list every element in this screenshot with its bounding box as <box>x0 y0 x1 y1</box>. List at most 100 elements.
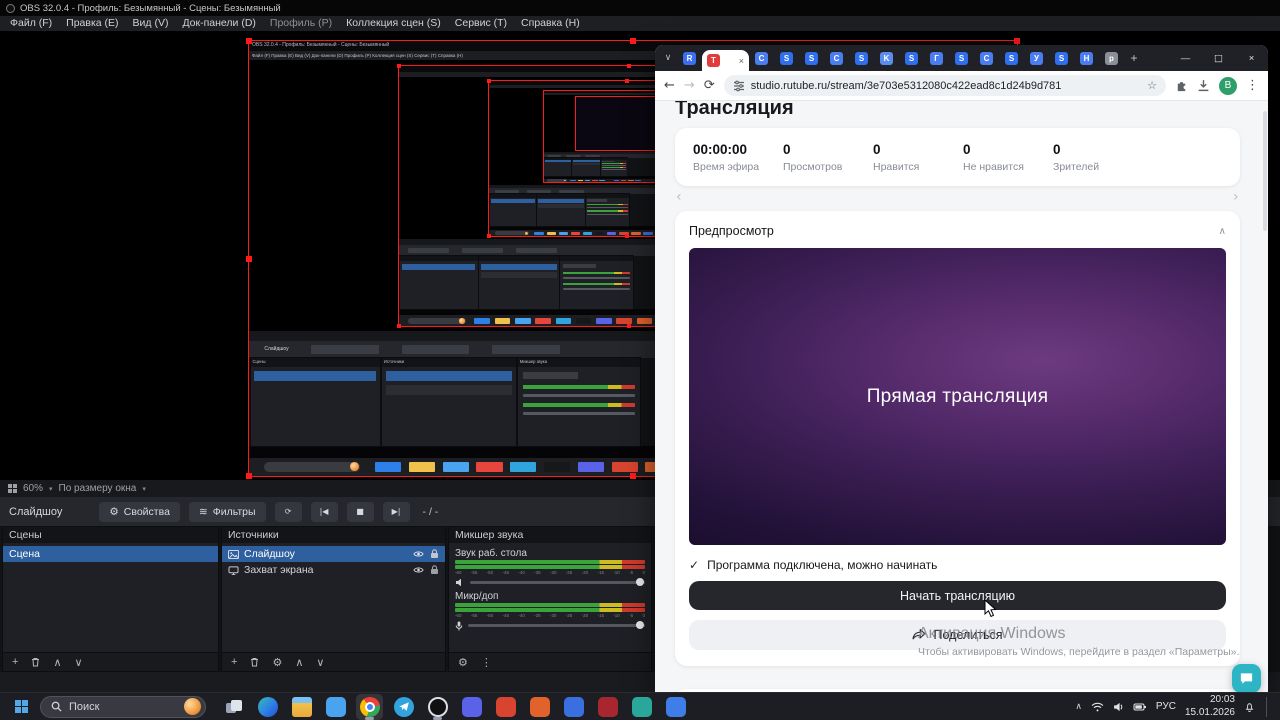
properties-button[interactable]: ⚙ Свойства <box>99 502 180 522</box>
transform-handle[interactable] <box>246 473 252 479</box>
obs-menu-item[interactable]: Вид (V) <box>126 16 176 31</box>
mixer-menu-button[interactable]: ⋮ <box>481 656 492 669</box>
taskbar-app-app-teal[interactable] <box>628 694 655 720</box>
lock-icon[interactable] <box>430 565 439 575</box>
zoom-value[interactable]: 60% <box>23 483 43 494</box>
taskbar-app-obs[interactable] <box>424 694 451 720</box>
browser-tab[interactable]: Г <box>924 45 949 71</box>
hidden-icons-chevron[interactable]: ∧ <box>1075 702 1082 712</box>
taskbar-app-telegram[interactable] <box>390 694 417 720</box>
start-stream-button[interactable]: Начать трансляцию <box>689 581 1226 610</box>
notifications-bell-icon[interactable] <box>1244 701 1255 712</box>
obs-menu-item[interactable]: Док-панели (D) <box>175 16 262 31</box>
profile-avatar[interactable]: B <box>1219 77 1237 95</box>
tab-search-icon[interactable]: ∨ <box>659 53 677 63</box>
taskbar-app-chrome[interactable] <box>356 694 383 720</box>
mixer-settings-button[interactable]: ⚙ <box>458 656 468 669</box>
transform-handle[interactable] <box>246 38 252 44</box>
next-slide-button[interactable]: ▶| <box>383 502 410 522</box>
trash-icon[interactable] <box>31 657 40 667</box>
clock[interactable]: 20:03 15.01.2026 <box>1185 694 1235 719</box>
browser-tab[interactable]: C <box>974 45 999 71</box>
speaker-icon[interactable] <box>455 578 465 587</box>
browser-tab[interactable]: S <box>849 45 874 71</box>
browser-tab[interactable]: p <box>1099 45 1124 71</box>
carousel-next-button[interactable]: › <box>1233 189 1239 205</box>
collapse-chevron-icon[interactable]: ∧ <box>1219 226 1226 237</box>
forward-button[interactable]: → <box>684 78 695 93</box>
taskbar-app-app-red[interactable] <box>492 694 519 720</box>
refresh-button[interactable]: ⟳ <box>275 502 302 522</box>
eye-icon[interactable] <box>413 566 424 574</box>
taskbar-app-store[interactable] <box>322 694 349 720</box>
source-list-item[interactable]: Слайдшоу <box>222 546 445 562</box>
obs-menu-item[interactable]: Справка (H) <box>514 16 587 31</box>
browser-tab[interactable]: S <box>999 45 1024 71</box>
browser-tab[interactable]: C <box>749 45 774 71</box>
browser-tab[interactable]: R <box>677 45 702 71</box>
back-button[interactable]: ← <box>664 78 675 93</box>
address-bar[interactable]: studio.rutube.ru/stream/3e703e5312080c42… <box>724 75 1166 96</box>
taskbar-app-app-blue[interactable] <box>560 694 587 720</box>
browser-tab[interactable]: H <box>1074 45 1099 71</box>
move-up-button[interactable]: ∧ <box>295 656 303 669</box>
stop-button[interactable]: ■ <box>347 502 374 522</box>
source-properties-button[interactable]: ⚙ <box>272 656 282 669</box>
taskbar-app-app-maroon[interactable] <box>594 694 621 720</box>
taskbar-app-app-arrow[interactable] <box>662 694 689 720</box>
eye-icon[interactable] <box>413 550 424 558</box>
volume-slider[interactable] <box>470 581 645 584</box>
previous-slide-button[interactable]: |◀ <box>311 502 338 522</box>
obs-menu-item[interactable]: Коллекция сцен (S) <box>339 16 448 31</box>
add-source-button[interactable]: + <box>231 656 237 668</box>
transform-handle[interactable] <box>1014 38 1020 44</box>
taskbar-app-task-view[interactable] <box>220 694 247 720</box>
start-button[interactable] <box>8 695 34 719</box>
transform-handle[interactable] <box>630 473 636 479</box>
volume-icon[interactable] <box>1113 702 1124 712</box>
browser-tab[interactable]: S <box>799 45 824 71</box>
browser-tab[interactable]: S <box>774 45 799 71</box>
maximize-button[interactable]: □ <box>1202 45 1235 71</box>
minimize-button[interactable]: — <box>1169 45 1202 71</box>
browser-tab[interactable]: S <box>949 45 974 71</box>
microphone-icon[interactable] <box>455 621 463 631</box>
browser-tab[interactable]: K <box>874 45 899 71</box>
extensions-icon[interactable] <box>1175 79 1188 92</box>
obs-menu-item[interactable]: Профиль (P) <box>263 16 339 31</box>
obs-menu-item[interactable]: Файл (F) <box>3 16 59 31</box>
carousel-prev-button[interactable]: ‹ <box>676 189 682 205</box>
scene-list-item[interactable]: Сцена <box>3 546 218 562</box>
filters-button[interactable]: ≋ Фильтры <box>189 502 266 522</box>
reload-button[interactable]: ⟳ <box>704 78 715 93</box>
chat-widget-button[interactable] <box>1232 664 1261 692</box>
new-tab-button[interactable]: + <box>1124 51 1144 65</box>
browser-menu-button[interactable]: ⋮ <box>1246 78 1259 93</box>
show-desktop-button[interactable] <box>1266 697 1270 717</box>
move-down-button[interactable]: ∨ <box>316 656 324 669</box>
browser-tab[interactable]: C <box>824 45 849 71</box>
close-button[interactable]: × <box>1235 45 1268 71</box>
obs-menu-item[interactable]: Сервис (T) <box>448 16 514 31</box>
browser-tab[interactable]: S <box>1049 45 1074 71</box>
move-up-button[interactable]: ∧ <box>53 656 61 669</box>
browser-tab[interactable]: У <box>1024 45 1049 71</box>
wifi-icon[interactable] <box>1091 702 1104 712</box>
trash-icon[interactable] <box>250 657 259 667</box>
source-list-item[interactable]: Захват экрана <box>222 562 445 578</box>
transform-handle[interactable] <box>246 256 252 262</box>
site-info-icon[interactable] <box>733 80 745 92</box>
fit-to-window[interactable]: По размеру окна <box>59 483 137 494</box>
transform-handle[interactable] <box>630 38 636 44</box>
browser-tab[interactable]: S <box>899 45 924 71</box>
tab-close-button[interactable]: × <box>739 56 744 66</box>
add-scene-button[interactable]: + <box>12 656 18 668</box>
scrollbar[interactable] <box>1263 111 1267 231</box>
bookmark-star-icon[interactable]: ☆ <box>1147 79 1157 92</box>
lock-icon[interactable] <box>430 549 439 559</box>
search-highlight-icon[interactable] <box>184 698 201 715</box>
move-down-button[interactable]: ∨ <box>75 656 83 669</box>
taskbar-app-app-orange[interactable] <box>526 694 553 720</box>
browser-tab-active[interactable]: T× <box>702 50 749 71</box>
taskbar-search[interactable]: Поиск <box>40 696 206 718</box>
